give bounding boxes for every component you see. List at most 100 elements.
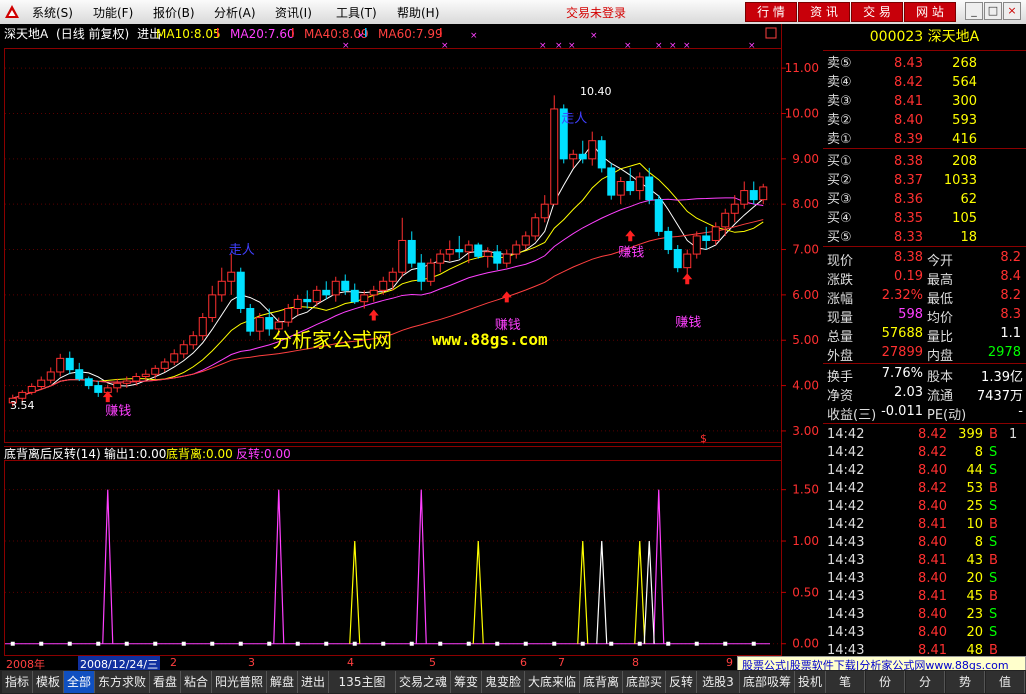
tick-price: 8.40: [918, 535, 947, 550]
menu-tools[interactable]: 工具(T): [336, 4, 377, 21]
quote-level-label: 卖⑤: [827, 56, 852, 71]
menu-analysis[interactable]: 分析(A): [214, 4, 256, 21]
sub-output1-label: 输出1:0.00: [104, 446, 166, 461]
tab-10[interactable]: 交易之魂: [396, 671, 451, 693]
side-tab-3[interactable]: 势: [946, 671, 985, 693]
stat-row: 现价 8.38 今开 8.2: [823, 250, 1026, 269]
close-icon[interactable]: ×: [1003, 2, 1021, 20]
quote-volume: 1033: [943, 173, 977, 188]
divider: [823, 423, 1026, 424]
news-button[interactable]: 资 讯: [798, 2, 850, 22]
tab-11[interactable]: 筹变: [451, 671, 482, 693]
sub-baseline-dot: [352, 641, 357, 646]
tick-row: 14:42 8.42 399 B1: [823, 426, 1026, 444]
tab-18[interactable]: 底部吸筹: [740, 671, 795, 693]
price-tick-label: 9.00: [792, 152, 819, 166]
menu-help[interactable]: 帮助(H): [397, 4, 439, 21]
stat-label: PE(动): [927, 408, 967, 423]
bid-row: 买① 8.38 208: [823, 152, 1026, 171]
stat-label: 内盘: [927, 349, 954, 364]
sub-tick-label: 1.00: [792, 534, 819, 548]
event-marker-icon: ×: [748, 41, 756, 51]
chart-area[interactable]: 3.00 4.00 5.00 6.00 7.00 8.00 9.00 10.00 11.00 走…: [0, 24, 823, 656]
quote-panel: 000023 深天地A 卖⑤ 8.43 268 卖④ 8.42 564 卖③ 8.4…: [823, 24, 1026, 658]
stat-value: 0.19: [894, 269, 923, 284]
event-marker-icon: ×: [669, 41, 677, 51]
quote-price: 8.36: [894, 192, 923, 207]
stock-name: 深天地A: [4, 27, 49, 41]
stat-value: 2.03: [894, 385, 923, 400]
side-tab-2[interactable]: 分: [906, 671, 945, 693]
svg-text:深天地A (日线 前复权) 进出: 深天地A (日线 前复权) 进出: [4, 26, 161, 41]
tab-8[interactable]: 进出: [298, 671, 329, 693]
tick-direction: B: [989, 589, 998, 604]
date-axis: 2008年 2008/12/24/三 23456789: [0, 656, 823, 672]
sub-tick-label: 1.50: [792, 483, 819, 497]
sub-baseline-dot: [552, 641, 557, 646]
sub-baseline-dot: [666, 641, 671, 646]
stat-value: 7.76%: [881, 366, 923, 381]
tab-9[interactable]: 135主图: [329, 671, 396, 693]
stat-value: 8.4: [1000, 269, 1021, 284]
tab-4[interactable]: 看盘: [150, 671, 181, 693]
candle: [597, 136, 606, 173]
tick-volume: 10: [966, 517, 983, 532]
tick-price: 8.40: [918, 625, 947, 640]
event-marker-icon: ×: [441, 41, 449, 51]
tick-direction: B: [989, 427, 998, 442]
website-button[interactable]: 网 站: [904, 2, 956, 22]
maximize-icon[interactable]: □: [984, 2, 1002, 20]
tab-14[interactable]: 底背离: [580, 671, 623, 693]
minimize-icon[interactable]: _: [965, 2, 983, 20]
menu-system[interactable]: 系统(S): [32, 4, 73, 21]
side-tab-4[interactable]: 值: [986, 671, 1025, 693]
tab-17[interactable]: 选股3: [697, 671, 740, 693]
sub-baseline-dot: [124, 641, 129, 646]
tick-time: 14:42: [827, 463, 865, 478]
tab-13[interactable]: 大底来临: [525, 671, 580, 693]
stat-value: 7437万: [976, 389, 1023, 404]
market-button[interactable]: 行 情: [745, 2, 797, 22]
tab-0[interactable]: 指标: [2, 671, 33, 693]
tab-16[interactable]: 反转: [666, 671, 697, 693]
tab-19[interactable]: 投机: [795, 671, 826, 693]
tick-volume: 20: [966, 571, 983, 586]
date-mark: 3: [248, 656, 255, 669]
stat-label: 流通: [927, 389, 954, 404]
stat-label: 最低: [927, 292, 954, 307]
tab-2[interactable]: 全部: [64, 671, 95, 693]
event-marker-icon: ×: [590, 31, 598, 41]
quote-volume: 593: [952, 113, 977, 128]
menu-info[interactable]: 资讯(I): [275, 4, 312, 21]
stat-row: 涨幅 2.32% 最低 8.2: [823, 288, 1026, 307]
quote-level-label: 卖②: [827, 113, 852, 128]
tab-3[interactable]: 东方求败: [95, 671, 150, 693]
tab-7[interactable]: 解盘: [267, 671, 298, 693]
side-tab-1[interactable]: 份: [866, 671, 905, 693]
app-logo-icon: [5, 5, 19, 18]
tab-15[interactable]: 底部买: [623, 671, 666, 693]
signal-label: 赚钱: [618, 244, 644, 260]
chart-mode: (日线 前复权): [56, 26, 129, 41]
side-tab-0[interactable]: 笔: [826, 671, 865, 693]
tick-price: 8.40: [918, 463, 947, 478]
sub-tick-label: 0.50: [792, 585, 819, 599]
tab-1[interactable]: 模板: [33, 671, 64, 693]
menu-quote[interactable]: 报价(B): [153, 4, 195, 21]
tab-6[interactable]: 阳光普照: [212, 671, 267, 693]
stat-value: 27899: [881, 345, 923, 360]
ask-row: 卖③ 8.41 300: [823, 92, 1026, 111]
tick-volume: 53: [966, 481, 983, 496]
tab-5[interactable]: 粘合: [181, 671, 212, 693]
tab-12[interactable]: 鬼变脸: [482, 671, 525, 693]
candle: [673, 245, 682, 273]
menu-function[interactable]: 功能(F): [93, 4, 133, 21]
bid-row: 买③ 8.36 62: [823, 190, 1026, 209]
tick-extra: 1: [1009, 427, 1018, 442]
fundamental-row: 净资 2.03 流通 7437万: [823, 385, 1026, 404]
stat-label: 涨跌: [827, 273, 854, 288]
trade-button[interactable]: 交 易: [851, 2, 903, 22]
tick-direction: S: [989, 607, 998, 622]
quote-level-label: 买①: [827, 154, 852, 169]
tick-price: 8.42: [918, 481, 947, 496]
